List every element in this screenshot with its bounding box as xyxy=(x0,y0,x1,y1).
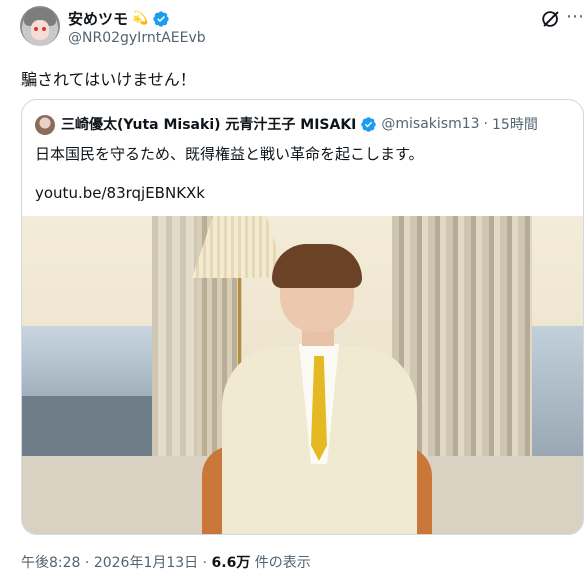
author-handle[interactable]: @NR02gyIrntAEEvb xyxy=(68,30,206,46)
thumbnail-person-hair xyxy=(272,244,362,288)
quoted-video-thumbnail[interactable] xyxy=(22,216,583,534)
quoted-name-row: 三崎優太(Yuta Misaki) 元青汁王子 MISAKI @misakism… xyxy=(61,114,538,134)
meta-separator: · xyxy=(202,555,208,571)
quoted-handle: @misakism13 xyxy=(381,116,480,132)
author-name-emoji: 💫 xyxy=(132,11,149,26)
quoted-separator: · xyxy=(483,116,488,132)
quoted-text: 日本国民を守るため、既得権益と戦い革命を起こします。 xyxy=(35,145,424,163)
meta-separator: · xyxy=(84,555,90,571)
quoted-tweet[interactable]: 三崎優太(Yuta Misaki) 元青汁王子 MISAKI @misakism… xyxy=(21,99,584,535)
avatar-eye xyxy=(42,27,46,31)
tweet[interactable]: 安めツモ 💫 @NR02gyIrntAEEvb ⋯ 騙されてはいけません！ 三崎… xyxy=(0,0,588,576)
tweet-meta: 午後8:28 · 2026年1月13日 · 6.6万 件の表示 xyxy=(21,552,311,572)
more-icon[interactable]: ⋯ xyxy=(566,6,585,28)
quoted-display-name: 三崎優太(Yuta Misaki) 元青汁王子 MISAKI xyxy=(61,117,357,133)
tweet-time[interactable]: 午後8:28 xyxy=(21,555,80,571)
quoted-author-avatar[interactable] xyxy=(35,115,55,135)
author-display-name[interactable]: 安めツモ xyxy=(68,8,128,29)
quoted-link[interactable]: youtu.be/83rqjEBNKXk xyxy=(35,184,205,202)
thumbnail-window-left xyxy=(22,326,162,456)
views-label: 件の表示 xyxy=(254,555,311,571)
verified-badge-icon xyxy=(361,116,377,132)
thumbnail-window-right xyxy=(527,326,583,456)
author-avatar[interactable] xyxy=(20,6,60,46)
avatar-eye xyxy=(34,27,38,31)
tweet-date[interactable]: 2026年1月13日 xyxy=(94,555,198,571)
verified-badge-icon[interactable] xyxy=(152,10,170,28)
tweet-text: 騙されてはいけません！ xyxy=(21,70,196,89)
views-count[interactable]: 6.6万 xyxy=(212,555,251,571)
author-name-row: 安めツモ 💫 xyxy=(68,8,170,29)
thumbnail-sea xyxy=(22,396,162,456)
grok-icon[interactable] xyxy=(540,8,562,30)
quoted-timestamp: 15時間 xyxy=(492,117,538,133)
